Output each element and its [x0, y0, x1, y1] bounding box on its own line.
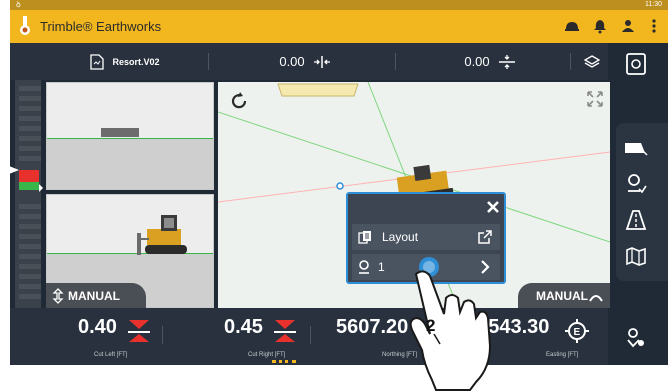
map-pin-icon [359, 260, 369, 274]
layout-icon [358, 231, 371, 244]
gauge-tick [19, 234, 41, 239]
offset-horizontal[interactable]: 0.00 [230, 43, 380, 80]
easting-compass-icon: E [565, 319, 589, 343]
settings-button[interactable] [616, 321, 656, 355]
bucket-icon [625, 143, 648, 156]
page-indicator [272, 360, 296, 363]
step-number: 2 [426, 316, 436, 335]
gauge-tick [19, 204, 41, 209]
signal-icon: ꝺ [16, 0, 21, 9]
layers-button[interactable] [576, 43, 608, 80]
gauge-tick [19, 294, 41, 299]
design-file-name: Resort.V02 [112, 56, 160, 67]
cut-left-value: 0.40 [78, 316, 117, 338]
more-vert-icon[interactable] [646, 18, 662, 34]
cross-section-view[interactable] [46, 82, 214, 190]
divider [570, 53, 571, 70]
gauge-tick [19, 126, 41, 131]
easting-label: Easting [FT] [546, 352, 579, 358]
road-icon [625, 210, 647, 230]
vertical-offset-value: 0.00 [464, 54, 490, 69]
gauge-tick [19, 156, 41, 161]
design-line [47, 138, 213, 139]
sync-button[interactable] [616, 47, 656, 81]
gauge-tick [19, 274, 41, 279]
map-icon [626, 247, 646, 266]
svg-text:E: E [574, 327, 581, 338]
cut-fill-gauge [10, 80, 43, 308]
point-number: 1 [378, 260, 385, 274]
ground-surface [47, 138, 213, 189]
expand-icon[interactable] [586, 90, 604, 108]
left-views [46, 82, 214, 308]
blade-icon [101, 128, 139, 137]
horizontal-offset-icon [313, 55, 330, 68]
person-icon[interactable] [620, 18, 636, 34]
cut-left-icon [128, 320, 150, 342]
device-screen: ꝺ 11:30 Trimble® Earthworks Resort.V02 0… [10, 0, 668, 365]
gauge-tick [19, 244, 41, 249]
cut-fill-indicator-icon [10, 166, 43, 192]
layout-label: Layout [382, 230, 419, 244]
right-mode-label: MANUAL [536, 288, 588, 303]
cut-right-label: Cut Right [FT] [248, 352, 286, 358]
app-bar: Trimble® Earthworks [10, 10, 668, 43]
vertical-offset-icon [498, 54, 515, 69]
divider [208, 53, 209, 70]
right-toolbar [608, 43, 668, 365]
info-bar: Resort.V02 0.00 0.00 [10, 43, 608, 80]
status-bar: ꝺ 11:30 [10, 0, 668, 10]
gauge-tick [19, 264, 41, 269]
gauge-tick [19, 86, 41, 91]
map-pin-check-icon [628, 174, 647, 194]
right-mode-button[interactable]: MANUAL [518, 283, 610, 308]
gauge-tick [19, 214, 41, 219]
horizontal-offset-value: 0.00 [279, 54, 305, 69]
northing-value: 5607.20 [336, 316, 409, 338]
gauge-tick [19, 254, 41, 259]
clock: 11:30 [645, 1, 662, 8]
gauge-tick [19, 96, 41, 101]
design-file[interactable]: Resort.V02 [50, 43, 200, 80]
machine-settings-icon [627, 328, 644, 348]
bottom-bar: 0.40 Cut Left [FT] 0.45 Cut Right [FT] 5… [10, 308, 608, 365]
offset-vertical[interactable]: 0.00 [420, 43, 560, 80]
divider [395, 53, 396, 70]
dozer-side-icon [137, 215, 187, 255]
file-icon [90, 53, 105, 70]
gauge-tick [19, 106, 41, 111]
measure-point-button[interactable] [616, 167, 656, 201]
divider [310, 326, 311, 344]
vertical-arrows-icon [52, 288, 64, 304]
open-external-icon[interactable] [478, 230, 492, 244]
cut-left-label: Cut Left [FT] [94, 352, 128, 358]
layers-icon [583, 54, 601, 68]
gauge-tick [19, 224, 41, 229]
road-view-button[interactable] [616, 203, 656, 237]
cut-right-value: 0.45 [224, 316, 263, 338]
gauge-tick [19, 146, 41, 151]
bell-icon[interactable] [592, 18, 608, 34]
helmet-icon[interactable] [564, 18, 580, 34]
refresh-icon[interactable] [228, 90, 250, 112]
gauge-tick [19, 136, 41, 141]
app-title: Trimble® Earthworks [40, 19, 162, 34]
close-icon[interactable] [486, 200, 500, 214]
pointing-hand-icon [409, 270, 492, 391]
map-view-button[interactable] [616, 239, 656, 273]
gauge-tick [19, 116, 41, 121]
device-sync-icon [626, 53, 646, 75]
left-mode-button[interactable]: MANUAL [46, 283, 146, 308]
blade-tilt-icon [589, 295, 603, 302]
cut-right-icon [274, 320, 296, 342]
machine-view-button[interactable] [616, 131, 656, 165]
divider [162, 326, 163, 344]
trimble-logo-icon [20, 16, 30, 35]
layout-row[interactable]: Layout [352, 224, 500, 250]
gauge-tick [19, 284, 41, 289]
left-mode-label: MANUAL [68, 288, 120, 303]
